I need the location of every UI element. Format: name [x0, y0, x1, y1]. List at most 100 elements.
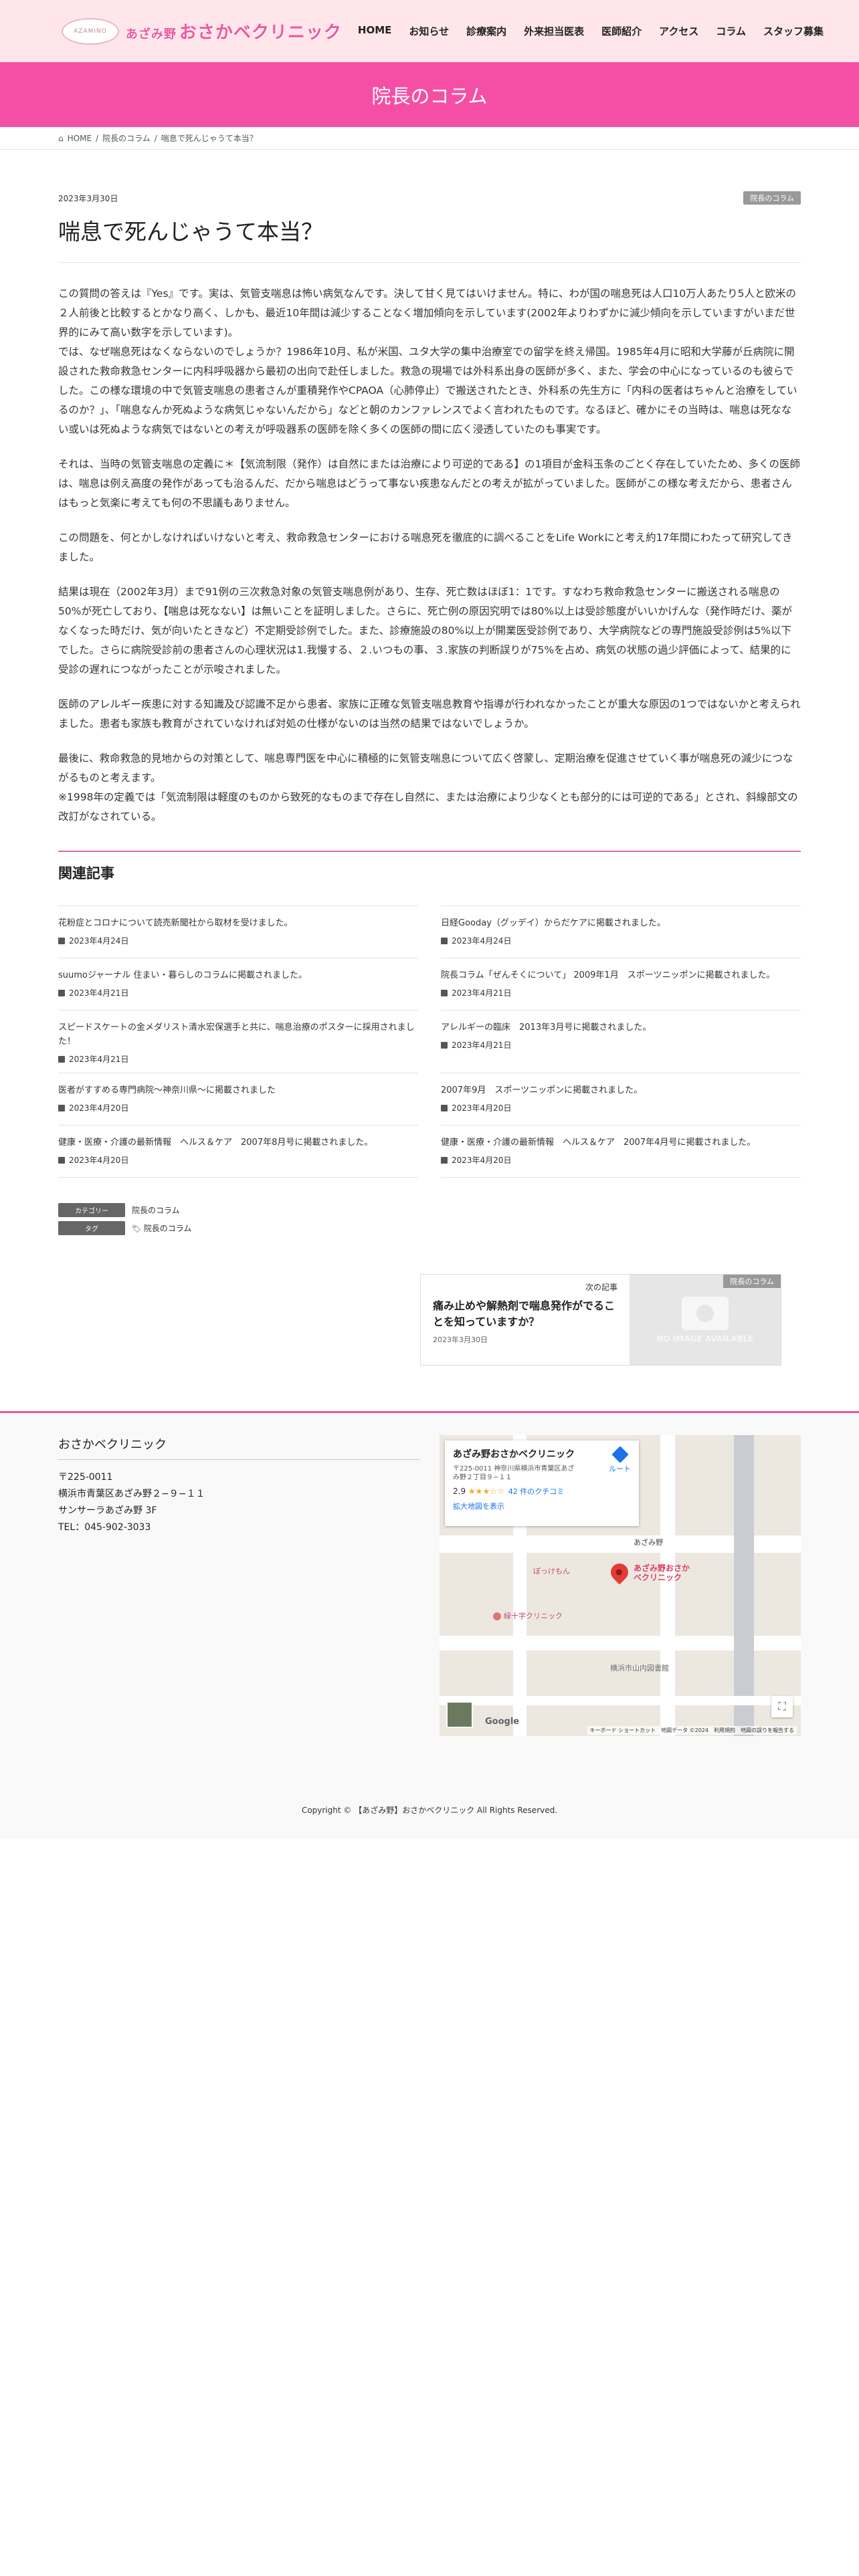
related-date: 2023年4月20日: [69, 1103, 129, 1113]
related-date: 2023年4月20日: [452, 1156, 512, 1165]
post-paragraph: 医師のアレルギー疾患に対する知識及び認識不足から患者、家族に正確な気管支喘息教育…: [58, 698, 801, 730]
post-meta: 2023年3月30日 院長のコラム: [58, 191, 801, 205]
logo-emblem: AZAMINO: [62, 17, 119, 45]
related-date: 2023年4月21日: [452, 988, 512, 998]
page-title-band: 院長のコラム: [0, 62, 859, 127]
post-paragraph: 最後に、救命救急的見地からの対策として、喘息専門医を中心に積極的に気管支喘息につ…: [58, 752, 798, 823]
related-title[interactable]: 花粉症とコロナについて読売新聞社から取材を受けました。: [58, 918, 293, 928]
related-date: 2023年4月24日: [69, 936, 129, 946]
nav-schedule[interactable]: 外来担当医表: [515, 24, 593, 38]
tag-icon: 🏷: [132, 1224, 141, 1233]
post-paragraph: それは、当時の気管支喘息の定義に＊【気流制限（発作）は自然にまたは治療により可逆…: [58, 458, 800, 509]
breadcrumb: ⌂ HOME / 院長のコラム / 喘息で死んじゃうて本当？: [0, 127, 859, 150]
calendar-icon: [441, 1156, 448, 1164]
directions-icon: [611, 1446, 629, 1463]
map-poi: あざみ野: [634, 1538, 663, 1547]
related-title[interactable]: 医者がすすめる専門病院～神奈川県～に掲載されました: [58, 1085, 276, 1095]
related-item[interactable]: 2007年9月 スポーツニッポンに掲載されました。 2023年4月20日: [441, 1073, 801, 1125]
related-title[interactable]: 院長コラム「ぜんそくについて」 2009年1月 スポーツニッポンに掲載されました…: [441, 970, 775, 980]
map-place-name: あざみ野おさかベクリニック: [453, 1449, 575, 1460]
related-item[interactable]: 院長コラム「ぜんそくについて」 2009年1月 スポーツニッポンに掲載されました…: [441, 958, 801, 1010]
related-date: 2023年4月21日: [452, 1041, 512, 1050]
breadcrumb-separator: /: [96, 133, 99, 143]
next-post-date: 2023年3月30日: [433, 1335, 488, 1344]
category-link[interactable]: 院長のコラム: [132, 1204, 180, 1216]
map-route-button[interactable]: ルート: [609, 1446, 631, 1474]
related-title[interactable]: アレルギーの臨床 2013年3月号に掲載されました。: [441, 1023, 651, 1033]
related-title[interactable]: 日経Gooday（グッデイ）からだケアに掲載されました。: [441, 918, 666, 928]
post-paragraph: 結果は現在（2002年3月）まで91例の三次救急対象の気管支喘息例があり、生存、…: [58, 586, 792, 675]
related-title[interactable]: 健康・医療・介護の最新情報 ヘルス＆ケア 2007年4月号に掲載されました。: [441, 1138, 755, 1148]
related-date: 2023年4月20日: [452, 1103, 512, 1113]
calendar-icon: [58, 1104, 65, 1111]
next-post-label: 次の記事: [585, 1283, 617, 1292]
calendar-icon: [58, 989, 65, 996]
nav-column[interactable]: コラム: [707, 24, 755, 38]
map-marker-icon[interactable]: [607, 1560, 632, 1585]
main-content: 2023年3月30日 院長のコラム 喘息で死んじゃうて本当？ この質問の答えは『…: [58, 150, 801, 1366]
google-map[interactable]: あざみ野おさかベクリニック 〒225-0011 神奈川県横浜市青葉区あざみ野２丁…: [440, 1435, 801, 1736]
post-body: この質問の答えは『Yes』です。実は、気管支喘息は怖い病気なんです。決して甘く見…: [58, 284, 801, 827]
site-logo[interactable]: AZAMINO あざみ野 おさかベクリニック: [62, 17, 342, 45]
breadcrumb-section[interactable]: 院長のコラム: [102, 132, 151, 144]
related-item[interactable]: suumoジャーナル 住まい・暮らしのコラムに掲載されました。 2023年4月21…: [58, 958, 418, 1010]
related-item[interactable]: 花粉症とコロナについて読売新聞社から取材を受けました。 2023年4月24日: [58, 905, 418, 958]
map-poi: 緑十字クリニック: [493, 1610, 563, 1621]
calendar-icon: [58, 937, 65, 944]
footer-info: おさかベクリニック 〒225-0011 横浜市青葉区あざみ野２−９−１１ サンサ…: [58, 1435, 419, 1736]
copyright: Copyright © 【あざみ野】おさかベクリニック All Rights R…: [301, 1806, 558, 1815]
map-poi: ぽっけもん: [533, 1567, 570, 1576]
nav-doctors[interactable]: 医師紹介: [593, 24, 650, 38]
post-paragraph: この質問の答えは『Yes』です。実は、気管支喘息は怖い病気なんです。決して甘く見…: [58, 288, 797, 435]
map-rating: 2.9: [453, 1487, 466, 1496]
post-title: 喘息で死んじゃうて本当？: [58, 214, 801, 263]
site-footer: おさかベクリニック 〒225-0011 横浜市青葉区あざみ野２−９−１１ サンサ…: [0, 1411, 859, 1839]
related-item[interactable]: スピードスケートの金メダリスト清水宏保選手と共に、喘息治療のポスターに採用されま…: [58, 1010, 418, 1073]
next-post-thumbnail: 院長のコラム NO IMAGE AVAILABLE: [630, 1275, 781, 1365]
poi-icon: [493, 1612, 501, 1620]
related-title[interactable]: suumoジャーナル 住まい・暮らしのコラムに掲載されました。: [58, 970, 307, 980]
tag-label: タグ: [58, 1221, 125, 1235]
nav-access[interactable]: アクセス: [650, 24, 707, 38]
fullscreen-icon[interactable]: ⛶: [771, 1696, 793, 1717]
related-item[interactable]: アレルギーの臨床 2013年3月号に掲載されました。 2023年4月21日: [441, 1010, 801, 1073]
map-attribution[interactable]: キーボード ショートカット 地図データ ©2024 利用規約 地図の誤りを報告す…: [587, 1726, 797, 1735]
nav-recruit[interactable]: スタッフ募集: [755, 24, 832, 38]
site-header: AZAMINO あざみ野 おさかベクリニック HOME お知らせ 診療案内 外来担…: [0, 0, 859, 62]
calendar-icon: [441, 1041, 448, 1049]
related-item[interactable]: 健康・医療・介護の最新情報 ヘルス＆ケア 2007年8月号に掲載されました。 20…: [58, 1125, 418, 1177]
tag-link[interactable]: 🏷 院長のコラム: [132, 1222, 191, 1234]
related-item[interactable]: 日経Gooday（グッデイ）からだケアに掲載されました。 2023年4月24日: [441, 905, 801, 958]
camera-icon: [682, 1296, 729, 1330]
map-reviews-link[interactable]: 42 件のクチコミ: [508, 1487, 565, 1496]
next-post-title: 痛み止めや解熱剤で喘息発作がでることを知っていますか？: [433, 1299, 615, 1328]
map-poi: 横浜市山内図書館: [610, 1664, 669, 1673]
category-label: カテゴリー: [58, 1203, 125, 1217]
related-date: 2023年4月24日: [452, 936, 512, 946]
global-nav: HOME お知らせ 診療案内 外来担当医表 医師紹介 アクセス コラム スタッフ…: [349, 24, 832, 38]
related-item[interactable]: 医者がすすめる専門病院～神奈川県～に掲載されました 2023年4月20日: [58, 1073, 418, 1125]
related-title[interactable]: スピードスケートの金メダリスト清水宏保選手と共に、喘息治療のポスターに採用されま…: [58, 1023, 415, 1047]
nav-services[interactable]: 診療案内: [458, 24, 515, 38]
related-heading: 関連記事: [58, 851, 801, 883]
related-title[interactable]: 健康・医療・介護の最新情報 ヘルス＆ケア 2007年8月号に掲載されました。: [58, 1138, 373, 1148]
map-enlarge-link[interactable]: 拡大地図を表示: [453, 1501, 631, 1511]
related-divider: [441, 1177, 801, 1178]
rating-stars: ★★★☆☆: [468, 1487, 504, 1496]
next-post-badge: 院長のコラム: [723, 1275, 781, 1288]
map-satellite-toggle[interactable]: [446, 1701, 473, 1728]
category-badge[interactable]: 院長のコラム: [743, 191, 801, 205]
calendar-icon: [58, 1156, 65, 1164]
breadcrumb-home[interactable]: HOME: [68, 134, 92, 143]
next-post-card[interactable]: 次の記事 痛み止めや解熱剤で喘息発作がでることを知っていますか？ 2023年3月…: [420, 1274, 781, 1366]
nav-news[interactable]: お知らせ: [400, 24, 458, 38]
footer-clinic-name: おさかベクリニック: [58, 1435, 419, 1460]
no-image-text: NO IMAGE AVAILABLE: [656, 1333, 754, 1344]
nav-home[interactable]: HOME: [349, 24, 400, 38]
map-marker-label: あざみ野おさかべクリニック: [634, 1564, 690, 1582]
calendar-icon: [441, 989, 448, 996]
related-date: 2023年4月20日: [69, 1156, 129, 1165]
related-item[interactable]: 健康・医療・介護の最新情報 ヘルス＆ケア 2007年4月号に掲載されました。 20…: [441, 1125, 801, 1177]
footer-address: 〒225-0011 横浜市青葉区あざみ野２−９−１１ サンサーラあざみ野 3F …: [58, 1472, 205, 1533]
related-title[interactable]: 2007年9月 スポーツニッポンに掲載されました。: [441, 1085, 642, 1095]
